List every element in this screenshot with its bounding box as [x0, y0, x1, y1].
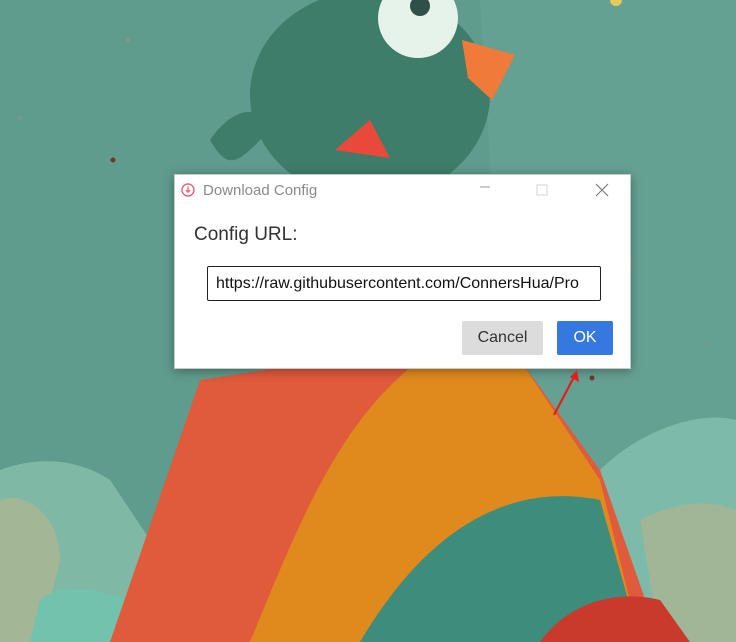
config-url-label: Config URL: — [194, 224, 298, 245]
dialog-titlebar[interactable]: Download Config — [175, 175, 630, 205]
cancel-button[interactable]: Cancel — [462, 321, 543, 355]
maximize-icon — [536, 184, 548, 196]
red-arrow-icon — [553, 370, 579, 416]
config-url-input[interactable] — [207, 266, 601, 301]
minimize-icon — [480, 186, 490, 188]
close-button[interactable] — [579, 175, 625, 205]
dialog-title: Download Config — [203, 182, 318, 199]
maximize-button[interactable] — [519, 175, 565, 205]
download-circle-icon — [181, 183, 195, 197]
close-icon — [595, 183, 609, 197]
minimize-button[interactable] — [462, 175, 508, 205]
download-config-dialog: Download Config Config URL: Cancel OK — [174, 174, 631, 369]
ok-button[interactable]: OK — [557, 321, 613, 355]
